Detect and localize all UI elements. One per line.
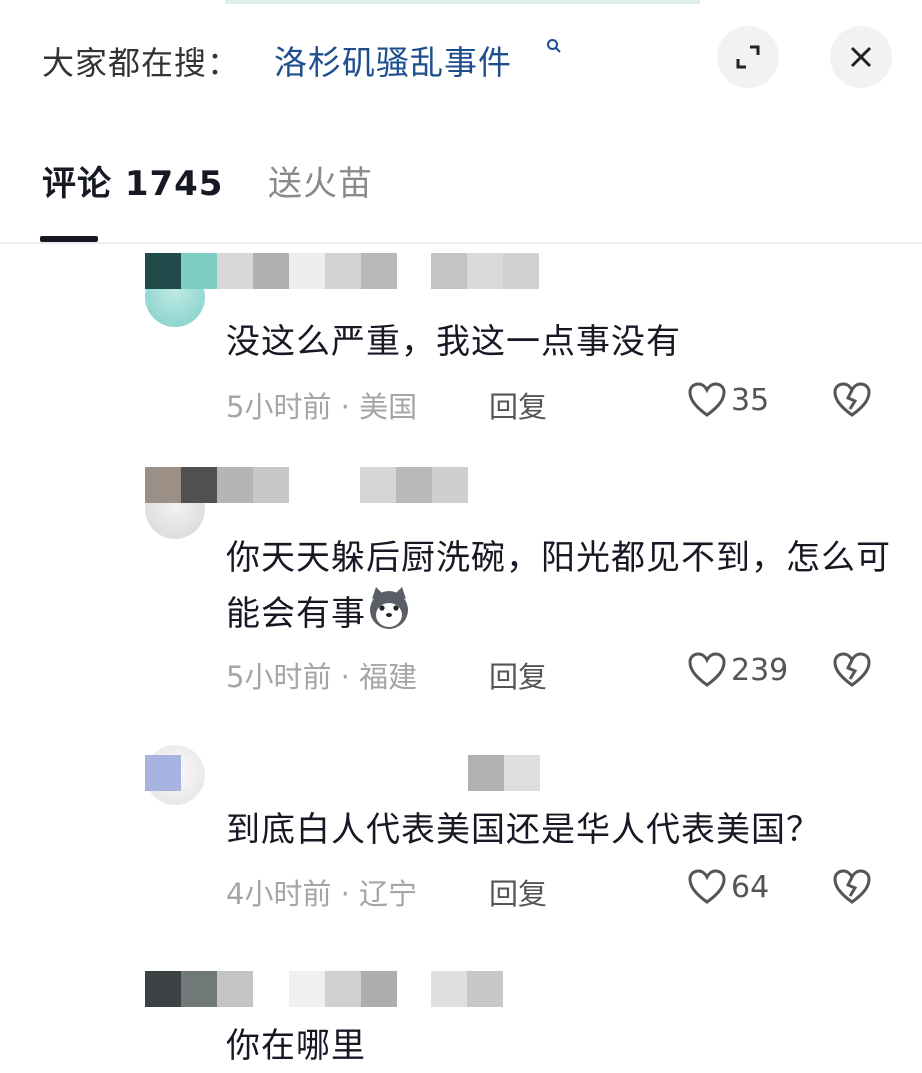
broken-heart-icon	[833, 869, 871, 904]
heart-icon	[688, 382, 726, 417]
comment-item: 到底白人代表美国还是华人代表美国？ 4小时前 · 辽宁 回复 64	[0, 745, 922, 925]
tab-send-fire[interactable]: 送火苗	[268, 156, 373, 205]
broken-heart-icon	[833, 652, 871, 687]
username-mosaic-tail	[468, 755, 540, 791]
comment-time-location: 5小时前 · 福建	[226, 660, 418, 694]
reply-button[interactable]: 回复	[489, 384, 547, 426]
like-button[interactable]: 239	[687, 651, 788, 689]
dislike-button[interactable]	[832, 381, 872, 423]
expand-button[interactable]	[717, 26, 779, 88]
username-mosaic[interactable]	[145, 971, 397, 1007]
comment-text: 你天天躲后厨洗碗，阳光都见不到，怎么可能会有事	[226, 531, 891, 641]
comment-text: 你在哪里	[226, 1026, 366, 1066]
like-count: 35	[731, 382, 770, 418]
username-mosaic[interactable]	[145, 755, 181, 791]
like-count: 64	[731, 869, 770, 905]
husky-emoji	[370, 587, 408, 629]
tab-divider	[0, 242, 922, 244]
comment-text-body: 你天天躲后厨洗碗，阳光都见不到，怎么可能会有事	[226, 538, 891, 634]
close-button[interactable]	[830, 26, 892, 88]
username-mosaic[interactable]	[145, 467, 289, 503]
username-mosaic-tail	[431, 253, 539, 289]
reply-button[interactable]: 回复	[489, 871, 547, 913]
comment-text: 到底白人代表美国还是华人代表美国？	[226, 810, 821, 850]
dislike-button[interactable]	[832, 868, 872, 910]
broken-heart-icon	[833, 382, 871, 417]
username-mosaic-tail	[431, 971, 503, 1007]
search-prefix: 大家都在搜：	[42, 44, 241, 82]
like-button[interactable]: 64	[687, 868, 769, 906]
like-button[interactable]: 35	[687, 381, 769, 419]
comment-tabs: 评论 1745 送火苗	[0, 150, 922, 242]
comment-item: 你天天躲后厨洗碗，阳光都见不到，怎么可能会有事 5小时前 · 福建 回复 239	[0, 467, 922, 707]
close-icon	[850, 46, 872, 68]
username-mosaic[interactable]	[145, 253, 397, 289]
heart-icon	[688, 652, 726, 687]
tab-comments[interactable]: 评论 1745	[42, 156, 223, 205]
comment-item: 没这么严重，我这一点事没有 5小时前 · 美国 回复 35	[0, 253, 922, 433]
expand-icon	[736, 45, 760, 69]
username-mosaic-tail	[360, 467, 468, 503]
comment-text: 没这么严重，我这一点事没有	[226, 322, 681, 362]
comment-time-location: 5小时前 · 美国	[226, 390, 418, 424]
like-count: 239	[731, 652, 789, 688]
dislike-button[interactable]	[832, 651, 872, 693]
comment-item: 你在哪里	[0, 971, 922, 1066]
search-icon[interactable]	[546, 38, 562, 59]
reply-button[interactable]: 回复	[489, 654, 547, 696]
search-suggestion-link[interactable]: 洛杉矶骚乱事件	[274, 36, 512, 84]
header: 大家都在搜： 洛杉矶骚乱事件	[0, 0, 922, 110]
heart-icon	[688, 869, 726, 904]
comment-time-location: 4小时前 · 辽宁	[226, 877, 418, 911]
